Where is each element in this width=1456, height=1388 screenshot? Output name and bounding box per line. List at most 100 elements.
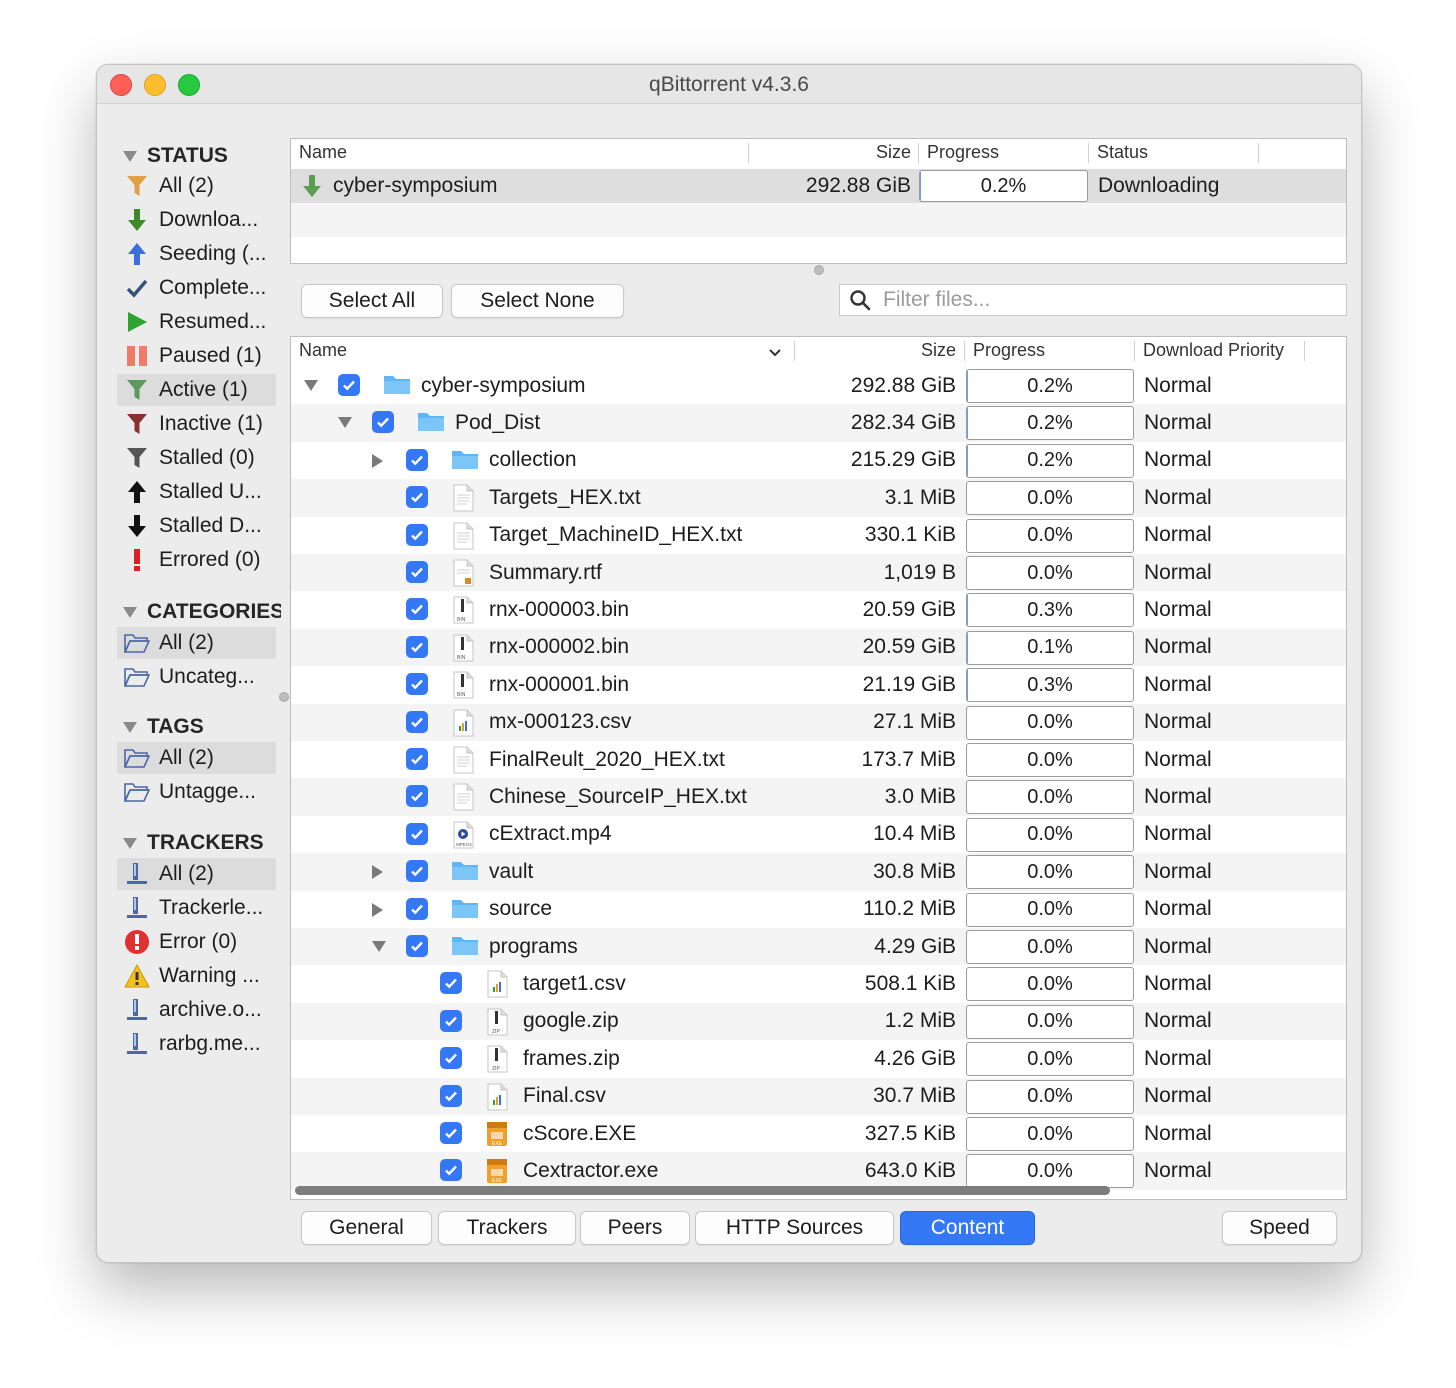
sidebar-item-tag-all-2[interactable]: All (2): [117, 742, 276, 774]
file-checkbox[interactable]: [406, 523, 428, 546]
download-priority[interactable]: Normal: [1144, 1003, 1212, 1040]
file-checkbox[interactable]: [440, 1122, 462, 1144]
download-priority[interactable]: Normal: [1144, 404, 1212, 441]
tree-row[interactable]: EXE cScore.EXE 327.5 KiB 0.0% Normal: [291, 1115, 1346, 1152]
sidebar-item-status-errored-0[interactable]: Errored (0): [117, 544, 276, 576]
sidebar-item-status-complete[interactable]: Complete...: [117, 272, 276, 304]
tree-row[interactable]: Pod_Dist 282.34 GiB 0.2% Normal: [291, 404, 1346, 442]
file-checkbox[interactable]: [406, 710, 428, 733]
sidebar-item-status-all-2[interactable]: All (2): [117, 170, 276, 202]
file-checkbox[interactable]: [440, 1084, 462, 1107]
download-priority[interactable]: Normal: [1144, 591, 1212, 628]
tab-trackers[interactable]: Trackers: [438, 1211, 576, 1245]
tree-row[interactable]: BIN rnx-000002.bin 20.59 GiB 0.1% Normal: [291, 628, 1346, 667]
speed-button[interactable]: Speed: [1222, 1211, 1337, 1245]
tree-row[interactable]: Target_MachineID_HEX.txt 330.1 KiB 0.0% Nor…: [291, 517, 1346, 554]
collapsed-triangle-icon[interactable]: [372, 453, 383, 468]
sidebar-item-tracker-archive-o[interactable]: archive.o...: [117, 994, 276, 1026]
col-header-status[interactable]: Status: [1097, 139, 1148, 165]
file-checkbox[interactable]: [440, 1047, 462, 1070]
download-priority[interactable]: Normal: [1144, 741, 1212, 778]
col-header-size[interactable]: Size: [876, 139, 911, 165]
tree-row[interactable]: cyber-symposium 292.88 GiB 0.2% Normal: [291, 367, 1346, 404]
tree-row[interactable]: programs 4.29 GiB 0.0% Normal: [291, 928, 1346, 966]
file-checkbox[interactable]: [406, 748, 428, 770]
download-priority[interactable]: Normal: [1144, 1152, 1212, 1189]
sidebar-item-status-downloa[interactable]: Downloa...: [117, 204, 276, 236]
download-priority[interactable]: Normal: [1144, 928, 1212, 965]
download-priority[interactable]: Normal: [1144, 965, 1212, 1002]
collapsed-triangle-icon[interactable]: [372, 902, 383, 917]
tree-row[interactable]: MPEG4 cExtract.mp4 10.4 MiB 0.0% Normal: [291, 816, 1346, 853]
sidebar-item-tag-untagge[interactable]: Untagge...: [117, 776, 276, 808]
col-header-progress[interactable]: Progress: [973, 337, 1045, 363]
sidebar-item-status-stalled-0[interactable]: Stalled (0): [117, 442, 276, 474]
file-checkbox[interactable]: [406, 935, 428, 957]
tree-row[interactable]: EXE Cextractor.exe 643.0 KiB 0.0% Normal: [291, 1152, 1346, 1190]
sort-chevron-down-icon[interactable]: [769, 345, 781, 363]
file-checkbox[interactable]: [406, 486, 428, 509]
download-priority[interactable]: Normal: [1144, 554, 1212, 591]
collapse-triangle-icon[interactable]: [123, 606, 137, 618]
sidebar-item-tracker-rarbg-me[interactable]: rarbg.me...: [117, 1028, 276, 1060]
tree-row[interactable]: Final.csv 30.7 MiB 0.0% Normal: [291, 1077, 1346, 1115]
sidebar-item-status-stalled-d[interactable]: Stalled D...: [117, 510, 276, 542]
sidebar-item-status-seeding[interactable]: Seeding (...: [117, 238, 276, 270]
download-priority[interactable]: Normal: [1144, 479, 1212, 516]
tree-row[interactable]: BIN rnx-000003.bin 20.59 GiB 0.3% Normal: [291, 591, 1346, 628]
download-priority[interactable]: Normal: [1144, 816, 1212, 853]
sidebar-item-tracker-error-0[interactable]: Error (0): [117, 926, 276, 958]
sidebar-item-status-paused-1[interactable]: Paused (1): [117, 340, 276, 372]
tree-row[interactable]: ZIP google.zip 1.2 MiB 0.0% Normal: [291, 1002, 1346, 1041]
collapse-triangle-icon[interactable]: [123, 721, 137, 733]
tab-general[interactable]: General: [301, 1211, 432, 1245]
section-header-categories[interactable]: CATEGORIES: [123, 598, 281, 626]
file-checkbox[interactable]: [440, 1009, 462, 1032]
file-checkbox[interactable]: [406, 673, 428, 696]
col-header-name[interactable]: Name: [299, 139, 347, 165]
sidebar-item-status-active-1[interactable]: Active (1): [117, 374, 276, 406]
collapsed-triangle-icon[interactable]: [372, 865, 383, 880]
file-checkbox[interactable]: [406, 598, 428, 621]
download-priority[interactable]: Normal: [1144, 367, 1212, 404]
download-priority[interactable]: Normal: [1144, 891, 1212, 928]
tree-row[interactable]: vault 30.8 MiB 0.0% Normal: [291, 853, 1346, 891]
tab-http-sources[interactable]: HTTP Sources: [695, 1211, 894, 1245]
filter-files-input[interactable]: Filter files...: [839, 284, 1347, 316]
tree-row[interactable]: Targets_HEX.txt 3.1 MiB 0.0% Normal: [291, 479, 1346, 517]
tree-row[interactable]: Chinese_SourceIP_HEX.txt 3.0 MiB 0.0% Norma…: [291, 778, 1346, 816]
horizontal-scrollbar[interactable]: [295, 1186, 1110, 1195]
sidebar-item-tracker-warning[interactable]: Warning ...: [117, 960, 276, 992]
file-checkbox[interactable]: [406, 785, 428, 808]
tree-row[interactable]: target1.csv 508.1 KiB 0.0% Normal: [291, 965, 1346, 1002]
sidebar-item-category-uncateg[interactable]: Uncateg...: [117, 661, 276, 693]
section-header-tags[interactable]: TAGS: [123, 713, 281, 741]
download-priority[interactable]: Normal: [1144, 666, 1212, 703]
expanded-triangle-icon[interactable]: [372, 941, 386, 952]
sidebar-item-status-inactive-1[interactable]: Inactive (1): [117, 408, 276, 440]
file-checkbox[interactable]: [440, 972, 462, 995]
file-checkbox[interactable]: [406, 822, 428, 845]
download-priority[interactable]: Normal: [1144, 1040, 1212, 1077]
collapse-triangle-icon[interactable]: [123, 150, 137, 162]
expanded-triangle-icon[interactable]: [338, 417, 352, 429]
file-checkbox[interactable]: [406, 897, 428, 920]
select-all-button[interactable]: Select All: [301, 284, 443, 318]
sidebar-item-tracker-all-2[interactable]: All (2): [117, 858, 276, 890]
sidebar-item-tracker-trackerle[interactable]: Trackerle...: [117, 892, 276, 924]
tab-peers[interactable]: Peers: [580, 1211, 690, 1245]
torrent-row[interactable]: cyber-symposium 292.88 GiB 0.2% Download…: [291, 169, 1346, 203]
download-priority[interactable]: Normal: [1144, 1115, 1212, 1152]
panel-splitter-handle[interactable]: [814, 265, 824, 275]
sidebar-item-category-all-2[interactable]: All (2): [117, 627, 276, 659]
section-header-trackers[interactable]: TRACKERS: [123, 829, 281, 857]
tree-row[interactable]: Summary.rtf 1,019 B 0.0% Normal: [291, 554, 1346, 592]
file-checkbox[interactable]: [406, 561, 428, 583]
tree-row[interactable]: mx-000123.csv 27.1 MiB 0.0% Normal: [291, 703, 1346, 741]
sidebar-splitter-handle[interactable]: [279, 692, 289, 702]
tree-row[interactable]: ZIP frames.zip 4.26 GiB 0.0% Normal: [291, 1040, 1346, 1077]
download-priority[interactable]: Normal: [1144, 442, 1212, 479]
download-priority[interactable]: Normal: [1144, 704, 1212, 741]
col-header-download-priority[interactable]: Download Priority: [1143, 337, 1284, 363]
download-priority[interactable]: Normal: [1144, 778, 1212, 815]
